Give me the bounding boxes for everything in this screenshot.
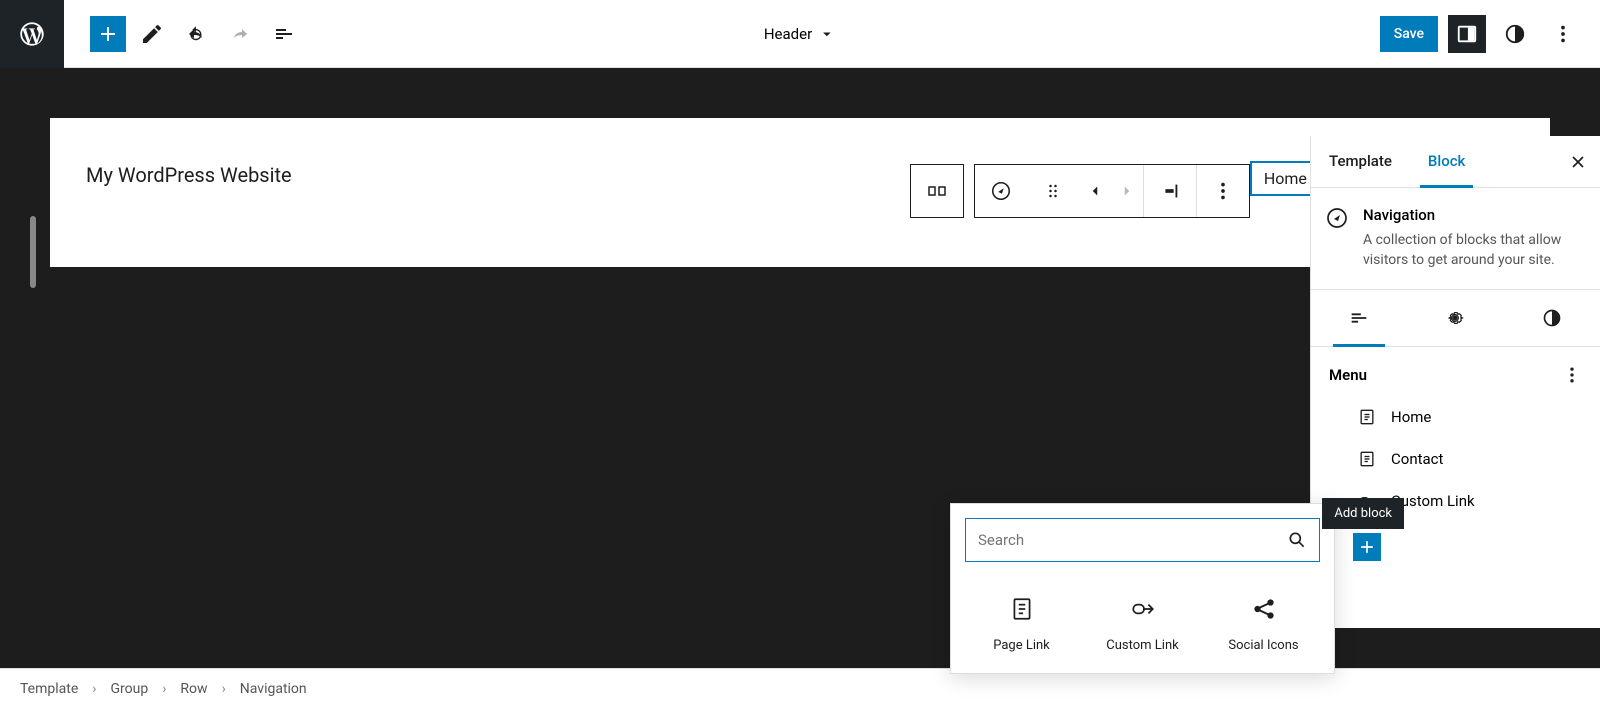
menu-panel: Menu Home Contact Custom Link xyxy=(1311,347,1600,579)
wordpress-icon xyxy=(18,20,46,48)
block-description: A collection of blocks that allow visito… xyxy=(1363,230,1582,271)
breadcrumb-item[interactable]: Row xyxy=(180,681,207,697)
justify-button[interactable] xyxy=(1144,165,1196,217)
plus-icon xyxy=(96,22,120,46)
redo-button[interactable] xyxy=(222,16,258,52)
document-title[interactable]: Header xyxy=(764,25,836,43)
list-icon xyxy=(1348,307,1370,329)
inserter-search-wrap xyxy=(965,518,1320,562)
scrollbar-left[interactable] xyxy=(30,216,36,288)
move-left-button[interactable] xyxy=(1079,165,1111,217)
view-button[interactable] xyxy=(1448,15,1486,53)
options-button[interactable] xyxy=(1544,15,1582,53)
tab-template[interactable]: Template xyxy=(1311,136,1410,187)
document-overview-button[interactable] xyxy=(266,16,302,52)
add-block-tooltip: Add block xyxy=(1322,498,1404,529)
menu-item-contact[interactable]: Contact xyxy=(1353,441,1582,477)
more-vertical-icon[interactable] xyxy=(1562,365,1582,385)
gear-icon xyxy=(1445,308,1465,328)
pencil-icon xyxy=(140,22,164,46)
select-parent-button[interactable] xyxy=(911,165,963,217)
toolbar-left-group xyxy=(64,16,302,52)
block-info-panel: Navigation A collection of blocks that a… xyxy=(1311,188,1600,290)
save-button[interactable]: Save xyxy=(1380,16,1438,52)
inserter-item-page-link[interactable]: Page Link xyxy=(961,596,1082,653)
undo-button[interactable] xyxy=(178,16,214,52)
breadcrumb-item[interactable]: Navigation xyxy=(240,681,307,697)
sub-tab-settings[interactable] xyxy=(1407,290,1503,346)
inserter-item-custom-link[interactable]: Custom Link xyxy=(1082,596,1203,653)
toolbar-right-group: Save xyxy=(1380,15,1600,53)
inserter-item-label: Page Link xyxy=(993,638,1050,653)
row-icon xyxy=(925,179,949,203)
menu-item-label: Contact xyxy=(1391,450,1443,468)
page-icon xyxy=(1357,449,1377,469)
top-toolbar: Header Save xyxy=(0,0,1600,68)
breadcrumb-item[interactable]: Group xyxy=(110,681,148,697)
nav-item-home[interactable]: Home xyxy=(1252,163,1319,194)
inserter-grid: Page Link Custom Link Social Icons xyxy=(951,576,1334,673)
search-icon xyxy=(1287,530,1307,550)
more-vertical-icon xyxy=(1552,23,1574,45)
block-inserter-popup: Page Link Custom Link Social Icons xyxy=(950,503,1335,674)
more-vertical-icon xyxy=(1212,180,1234,202)
document-title-text: Header xyxy=(764,25,812,43)
styles-icon xyxy=(1542,308,1562,328)
sub-tab-styles[interactable] xyxy=(1504,290,1600,346)
settings-sidebar: Template Block Navigation A collection o… xyxy=(1310,136,1600,628)
drag-icon xyxy=(1043,181,1063,201)
menu-item-home[interactable]: Home xyxy=(1353,399,1582,435)
plus-icon xyxy=(1357,537,1377,557)
breadcrumb-item[interactable]: Template xyxy=(20,681,78,697)
tab-block[interactable]: Block xyxy=(1410,136,1483,187)
share-icon xyxy=(1251,596,1277,622)
block-breadcrumb: Template › Group › Row › Navigation xyxy=(0,668,1600,708)
move-right-button[interactable] xyxy=(1111,165,1143,217)
link-icon xyxy=(1130,596,1156,622)
block-name: Navigation xyxy=(1363,206,1582,224)
sidebar-tabs: Template Block xyxy=(1311,136,1600,188)
compass-icon xyxy=(1325,206,1349,230)
chevron-left-icon xyxy=(1086,182,1104,200)
styles-icon xyxy=(1504,23,1526,45)
menu-title: Menu xyxy=(1329,366,1367,384)
sub-tab-list-view[interactable] xyxy=(1311,290,1407,346)
block-inserter-toggle[interactable] xyxy=(90,16,126,52)
drag-handle[interactable] xyxy=(1027,165,1079,217)
block-type-button[interactable] xyxy=(975,165,1027,217)
block-toolbar-group-2 xyxy=(974,164,1250,218)
list-view-icon xyxy=(272,22,296,46)
close-sidebar-button[interactable] xyxy=(1556,136,1600,187)
undo-icon xyxy=(184,22,208,46)
redo-icon xyxy=(228,22,252,46)
block-toolbar-group-1 xyxy=(910,164,964,218)
block-toolbar xyxy=(910,164,1250,218)
breadcrumb-separator: › xyxy=(162,681,166,697)
close-icon xyxy=(1568,152,1588,172)
inserter-item-label: Social Icons xyxy=(1228,638,1298,653)
sidebar-toggle-icon xyxy=(1456,23,1478,45)
chevron-right-icon xyxy=(1118,182,1136,200)
block-options-button[interactable] xyxy=(1197,165,1249,217)
sidebar-sub-tabs xyxy=(1311,290,1600,347)
chevron-down-icon xyxy=(818,25,836,43)
inserter-item-social-icons[interactable]: Social Icons xyxy=(1203,596,1324,653)
tools-button[interactable] xyxy=(134,16,170,52)
breadcrumb-separator: › xyxy=(92,681,96,697)
inserter-item-label: Custom Link xyxy=(1106,638,1178,653)
breadcrumb-separator: › xyxy=(222,681,226,697)
justify-right-icon xyxy=(1159,180,1181,202)
page-icon xyxy=(1009,596,1035,622)
menu-item-label: Home xyxy=(1391,408,1431,426)
editor-canvas-wrap: My WordPress Website Home Contact Add li… xyxy=(0,68,1600,668)
inserter-search-input[interactable] xyxy=(978,531,1287,549)
page-icon xyxy=(1357,407,1377,427)
add-block-button[interactable] xyxy=(1353,533,1381,561)
compass-icon xyxy=(990,180,1012,202)
styles-button[interactable] xyxy=(1496,15,1534,53)
wordpress-logo[interactable] xyxy=(0,0,64,68)
